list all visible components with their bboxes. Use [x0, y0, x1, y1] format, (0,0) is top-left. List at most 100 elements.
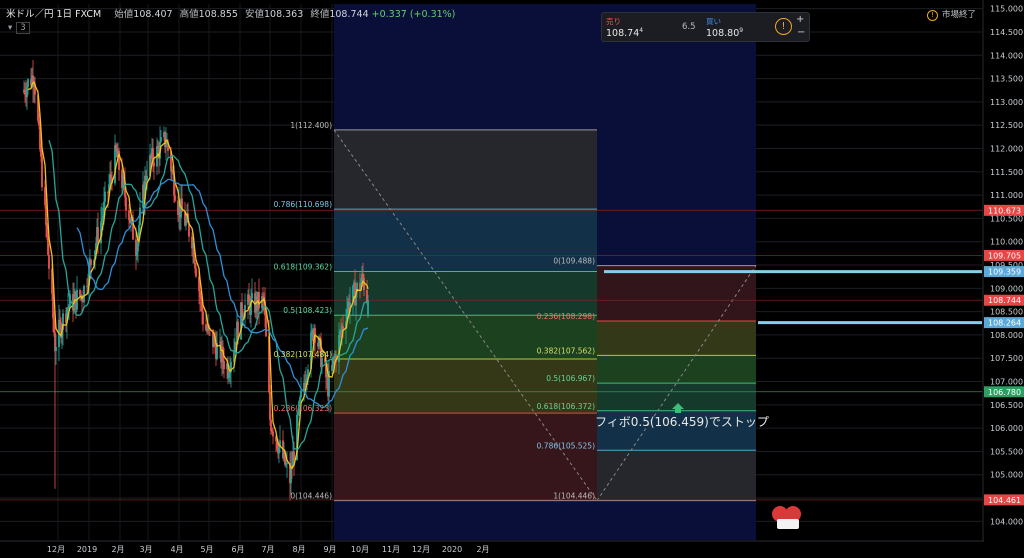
candle-body [146, 175, 148, 181]
price-chart[interactable]: 1(112.400) 0.786(110.698) 0.618(109.362) 0.… [0, 0, 1024, 558]
x-tick-label: 9月 [323, 545, 336, 554]
price-label: 106.780 [988, 388, 1021, 397]
y-tick-label: 107.000 [990, 378, 1023, 387]
candle-body [265, 315, 267, 337]
candle-body [300, 390, 302, 398]
buy-price-sup: 9 [739, 27, 744, 34]
fib-zone-right [597, 355, 756, 384]
candle-body [90, 259, 92, 265]
x-tick-label: 3月 [139, 545, 152, 554]
candle-body [223, 361, 225, 370]
spread-value: 6.5 [682, 22, 696, 32]
fib-label-right: 0(109.488) [553, 257, 595, 266]
x-tick-label: 7月 [261, 545, 274, 554]
y-tick-label: 105.500 [990, 447, 1023, 456]
price-label: 109.705 [988, 251, 1021, 260]
y-tick-label: 108.000 [990, 331, 1023, 340]
x-tick-label: 6月 [231, 545, 244, 554]
y-tick-label: 112.000 [990, 144, 1023, 153]
buy-price: 108.80 [706, 28, 740, 40]
annotation-text: フィボ0.5(106.459)でストップ [595, 415, 769, 429]
sell-label: 売り [606, 17, 621, 26]
fib-zone-right [597, 450, 756, 501]
fib-label-right: 0.236(108.298) [537, 312, 595, 321]
price-label: 108.264 [988, 319, 1021, 328]
candle-body [97, 227, 99, 244]
high-value: 108.855 [198, 9, 238, 20]
x-tick-label: 2019 [77, 545, 97, 554]
fib-label-left: 0.618(109.362) [274, 262, 332, 271]
fib-label-left: 0.5(108.423) [283, 306, 332, 315]
candle-body [45, 205, 47, 226]
y-tick-label: 107.500 [990, 354, 1023, 363]
y-tick-label: 109.000 [990, 284, 1023, 293]
candle-body [202, 311, 204, 325]
price-label: 110.673 [988, 206, 1021, 215]
indicator-count: 3 [16, 22, 30, 34]
low-value: 108.363 [263, 9, 304, 20]
x-tick-label: 5月 [200, 545, 213, 554]
candle-body [55, 347, 57, 351]
y-tick-label: 115.000 [990, 5, 1023, 14]
buy-button[interactable]: 買い 108.809 [706, 16, 743, 39]
candle-body [128, 210, 130, 221]
chevron-down-icon: ▾ [8, 23, 13, 33]
candle-body [48, 254, 50, 269]
open-label: 始値 [114, 9, 134, 20]
candle-body [174, 195, 176, 201]
candle-body [27, 79, 29, 88]
candle-body [153, 162, 155, 167]
x-tick-label: 12月 [47, 545, 65, 554]
open-value: 108.407 [133, 9, 173, 20]
x-tick-label: 12月 [412, 545, 430, 554]
low-label: 安値 [244, 9, 264, 20]
info-icon[interactable]: ! [775, 18, 792, 35]
candle-body [46, 225, 48, 237]
fib-label-left: 0.236(106.323) [274, 404, 332, 413]
fib-zone-right [597, 265, 756, 322]
price-label: 104.461 [988, 496, 1021, 505]
fib-label-left: 0.786(110.698) [274, 200, 332, 209]
minus-icon[interactable]: − [797, 27, 805, 38]
fib-label-right: 0.382(107.562) [537, 346, 595, 355]
trade-box: 売り 108.744 6.5 買い 108.809 ! + − [601, 12, 810, 42]
x-tick-label: 4月 [170, 545, 183, 554]
price-label: 108.744 [988, 296, 1021, 305]
candle-body [83, 285, 85, 303]
sell-button[interactable]: 売り 108.744 [606, 16, 643, 39]
candle-body [272, 431, 274, 437]
plus-icon[interactable]: + [796, 14, 804, 25]
candle-body [160, 137, 162, 142]
candle-body [104, 191, 106, 202]
x-tick-label: 10月 [351, 545, 369, 554]
fib-zone-right [597, 321, 756, 356]
y-tick-label: 106.000 [990, 424, 1023, 433]
clock-icon: ! [927, 10, 938, 21]
y-tick-label: 113.500 [990, 75, 1023, 84]
fib-label-right: 0.618(106.372) [537, 402, 595, 411]
y-tick-label: 114.500 [990, 28, 1023, 37]
fib-label-right: 0.786(105.525) [537, 441, 595, 450]
sell-price: 108.74 [606, 28, 640, 40]
x-tick-label: 2月 [111, 545, 124, 554]
symbol-name[interactable]: 米ドル／円 1日 FXCM [6, 9, 101, 20]
fib-label-left: 1(112.400) [290, 121, 332, 130]
x-tick-label: 2月 [476, 545, 489, 554]
y-tick-label: 113.000 [990, 98, 1023, 107]
y-tick-label: 112.500 [990, 121, 1023, 130]
y-tick-label: 114.000 [990, 51, 1023, 60]
x-tick-label: 8月 [292, 545, 305, 554]
fib-label-left: 0(104.446) [290, 492, 332, 501]
high-label: 高値 [179, 9, 199, 20]
y-tick-label: 111.500 [990, 168, 1023, 177]
indicator-toggle[interactable]: ▾ 3 [8, 22, 30, 34]
candle-body [125, 197, 127, 211]
fib-zone-left [334, 271, 597, 316]
market-status-text: 市場終了 [942, 10, 977, 20]
symbol-header: 米ドル／円 1日 FXCM 始値108.407 高値108.855 安値108.… [6, 6, 455, 20]
y-tick-label: 104.000 [990, 517, 1023, 526]
change-value: +0.337 (+0.31%) [371, 9, 456, 20]
candle-body [293, 451, 295, 460]
fib-zone-left [334, 129, 597, 210]
x-tick-label: 11月 [382, 545, 400, 554]
